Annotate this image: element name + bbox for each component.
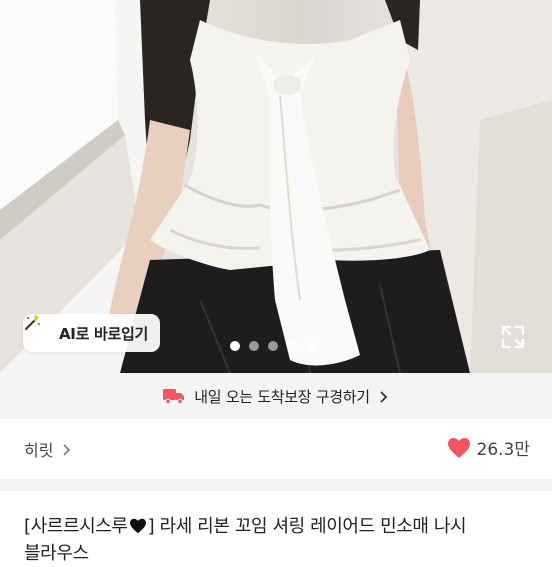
carousel-dot[interactable] xyxy=(249,341,259,351)
carousel-dot[interactable] xyxy=(287,341,297,351)
seller-name: 히릿 xyxy=(24,441,54,460)
carousel-dot[interactable] xyxy=(306,341,316,351)
delivery-banner-text: 내일 오는 도착보장 구경하기 xyxy=(194,387,370,406)
ai-try-on-label: AI로 바로입기 xyxy=(59,324,149,343)
product-title-line2: 블라우스 xyxy=(24,543,89,564)
like-button[interactable]: 26.3만 xyxy=(447,435,531,460)
like-count: 26.3만 xyxy=(476,440,531,460)
chevron-right-icon xyxy=(59,442,73,456)
product-title-suffix: ] 라세 리본 꼬임 셔링 레이어드 민소매 나시 xyxy=(147,516,467,537)
product-title-prefix: [사르르시스루 xyxy=(24,516,128,537)
seller-link[interactable]: 히릿 xyxy=(24,437,73,461)
ai-try-on-button[interactable]: AI로 바로입기 xyxy=(23,314,161,352)
fullscreen-expand-icon[interactable] xyxy=(499,323,527,351)
product-title: [사르르시스루 ] 라세 리본 꼬임 셔링 레이어드 민소매 나시 블라우스 xyxy=(24,513,544,567)
chevron-right-icon xyxy=(376,389,390,403)
magic-wand-icon xyxy=(25,314,53,342)
carousel-dot[interactable] xyxy=(268,341,278,351)
heart-icon xyxy=(447,437,471,459)
carousel-indicator xyxy=(230,341,316,351)
delivery-guarantee-banner[interactable]: 내일 오는 도착보장 구경하기 xyxy=(0,373,552,419)
black-heart-icon xyxy=(129,515,147,534)
delivery-truck-icon xyxy=(162,387,186,405)
section-divider xyxy=(0,479,552,491)
product-image[interactable]: AI로 바로입기 xyxy=(0,0,552,373)
carousel-dot[interactable] xyxy=(230,341,240,351)
